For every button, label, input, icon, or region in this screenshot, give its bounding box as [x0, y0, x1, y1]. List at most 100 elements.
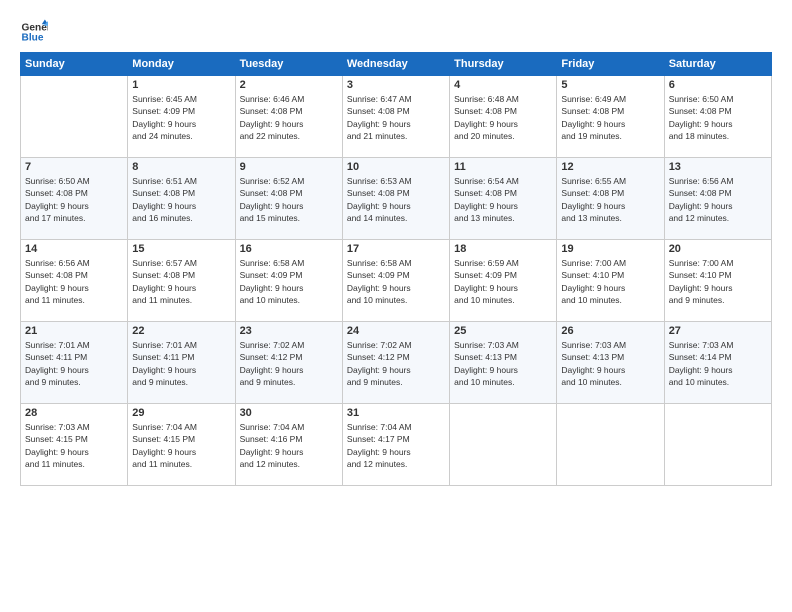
col-header-saturday: Saturday [664, 53, 771, 76]
day-cell: 6 Sunrise: 6:50 AMSunset: 4:08 PMDaylight… [664, 76, 771, 158]
day-info: Sunrise: 7:03 AMSunset: 4:13 PMDaylight:… [561, 339, 659, 388]
day-info: Sunrise: 6:56 AMSunset: 4:08 PMDaylight:… [25, 257, 123, 306]
col-header-sunday: Sunday [21, 53, 128, 76]
day-number: 1 [132, 79, 230, 91]
day-number: 16 [240, 243, 338, 255]
svg-text:Blue: Blue [22, 33, 44, 44]
day-cell: 5 Sunrise: 6:49 AMSunset: 4:08 PMDaylight… [557, 76, 664, 158]
week-row-1: 1 Sunrise: 6:45 AMSunset: 4:09 PMDaylight… [21, 76, 772, 158]
header: General Blue [20, 18, 772, 46]
day-cell: 9Sunrise: 6:52 AMSunset: 4:08 PMDaylight… [235, 158, 342, 240]
day-number: 5 [561, 79, 659, 91]
day-info: Sunrise: 7:04 AMSunset: 4:17 PMDaylight:… [347, 421, 445, 470]
day-info: Sunrise: 6:45 AMSunset: 4:09 PMDaylight:… [132, 93, 230, 142]
day-number: 27 [669, 325, 767, 337]
day-number: 28 [25, 407, 123, 419]
day-number: 13 [669, 161, 767, 173]
day-cell: 31 Sunrise: 7:04 AMSunset: 4:17 PMDayligh… [342, 404, 449, 486]
day-cell [450, 404, 557, 486]
day-info: Sunrise: 6:55 AMSunset: 4:08 PMDaylight:… [561, 175, 659, 224]
day-number: 24 [347, 325, 445, 337]
col-header-monday: Monday [128, 53, 235, 76]
day-info: Sunrise: 6:54 AMSunset: 4:08 PMDaylight:… [454, 175, 552, 224]
day-number: 7 [25, 161, 123, 173]
day-info: Sunrise: 6:57 AMSunset: 4:08 PMDaylight:… [132, 257, 230, 306]
day-info: Sunrise: 6:49 AMSunset: 4:08 PMDaylight:… [561, 93, 659, 142]
day-number: 11 [454, 161, 552, 173]
day-info: Sunrise: 6:58 AMSunset: 4:09 PMDaylight:… [240, 257, 338, 306]
day-cell: 27 Sunrise: 7:03 AMSunset: 4:14 PMDayligh… [664, 322, 771, 404]
calendar-table: SundayMondayTuesdayWednesdayThursdayFrid… [20, 52, 772, 486]
day-cell: 28 Sunrise: 7:03 AMSunset: 4:15 PMDayligh… [21, 404, 128, 486]
day-info: Sunrise: 6:52 AMSunset: 4:08 PMDaylight:… [240, 175, 338, 224]
col-header-wednesday: Wednesday [342, 53, 449, 76]
day-number: 3 [347, 79, 445, 91]
day-cell: 2 Sunrise: 6:46 AMSunset: 4:08 PMDaylight… [235, 76, 342, 158]
day-number: 10 [347, 161, 445, 173]
week-row-5: 28 Sunrise: 7:03 AMSunset: 4:15 PMDayligh… [21, 404, 772, 486]
day-cell: 15 Sunrise: 6:57 AMSunset: 4:08 PMDayligh… [128, 240, 235, 322]
day-info: Sunrise: 7:01 AMSunset: 4:11 PMDaylight:… [25, 339, 123, 388]
day-info: Sunrise: 6:50 AMSunset: 4:08 PMDaylight:… [25, 175, 123, 224]
day-number: 17 [347, 243, 445, 255]
day-cell: 20Sunrise: 7:00 AMSunset: 4:10 PMDayligh… [664, 240, 771, 322]
col-header-tuesday: Tuesday [235, 53, 342, 76]
day-number: 4 [454, 79, 552, 91]
day-info: Sunrise: 7:03 AMSunset: 4:15 PMDaylight:… [25, 421, 123, 470]
day-cell: 22 Sunrise: 7:01 AMSunset: 4:11 PMDayligh… [128, 322, 235, 404]
day-cell: 26Sunrise: 7:03 AMSunset: 4:13 PMDayligh… [557, 322, 664, 404]
day-info: Sunrise: 7:03 AMSunset: 4:13 PMDaylight:… [454, 339, 552, 388]
week-row-4: 21Sunrise: 7:01 AMSunset: 4:11 PMDayligh… [21, 322, 772, 404]
day-number: 15 [132, 243, 230, 255]
day-number: 8 [132, 161, 230, 173]
day-cell: 12 Sunrise: 6:55 AMSunset: 4:08 PMDayligh… [557, 158, 664, 240]
day-number: 12 [561, 161, 659, 173]
header-row: SundayMondayTuesdayWednesdayThursdayFrid… [21, 53, 772, 76]
day-number: 29 [132, 407, 230, 419]
day-number: 22 [132, 325, 230, 337]
day-info: Sunrise: 6:59 AMSunset: 4:09 PMDaylight:… [454, 257, 552, 306]
day-info: Sunrise: 7:03 AMSunset: 4:14 PMDaylight:… [669, 339, 767, 388]
day-info: Sunrise: 6:48 AMSunset: 4:08 PMDaylight:… [454, 93, 552, 142]
day-number: 31 [347, 407, 445, 419]
day-cell: 17 Sunrise: 6:58 AMSunset: 4:09 PMDayligh… [342, 240, 449, 322]
day-number: 2 [240, 79, 338, 91]
day-number: 19 [561, 243, 659, 255]
day-info: Sunrise: 6:58 AMSunset: 4:09 PMDaylight:… [347, 257, 445, 306]
day-info: Sunrise: 7:04 AMSunset: 4:16 PMDaylight:… [240, 421, 338, 470]
day-cell: 30 Sunrise: 7:04 AMSunset: 4:16 PMDayligh… [235, 404, 342, 486]
day-cell [557, 404, 664, 486]
day-number: 30 [240, 407, 338, 419]
day-info: Sunrise: 6:46 AMSunset: 4:08 PMDaylight:… [240, 93, 338, 142]
day-cell: 19Sunrise: 7:00 AMSunset: 4:10 PMDayligh… [557, 240, 664, 322]
day-number: 6 [669, 79, 767, 91]
day-number: 23 [240, 325, 338, 337]
day-info: Sunrise: 7:01 AMSunset: 4:11 PMDaylight:… [132, 339, 230, 388]
day-number: 14 [25, 243, 123, 255]
day-cell: 3 Sunrise: 6:47 AMSunset: 4:08 PMDaylight… [342, 76, 449, 158]
day-number: 25 [454, 325, 552, 337]
logo: General Blue [20, 18, 48, 46]
day-info: Sunrise: 6:50 AMSunset: 4:08 PMDaylight:… [669, 93, 767, 142]
day-cell: 23 Sunrise: 7:02 AMSunset: 4:12 PMDayligh… [235, 322, 342, 404]
day-cell [21, 76, 128, 158]
day-cell: 29Sunrise: 7:04 AMSunset: 4:15 PMDayligh… [128, 404, 235, 486]
day-cell: 7 Sunrise: 6:50 AMSunset: 4:08 PMDaylight… [21, 158, 128, 240]
day-info: Sunrise: 7:02 AMSunset: 4:12 PMDaylight:… [240, 339, 338, 388]
day-info: Sunrise: 6:53 AMSunset: 4:08 PMDaylight:… [347, 175, 445, 224]
day-info: Sunrise: 6:47 AMSunset: 4:08 PMDaylight:… [347, 93, 445, 142]
col-header-thursday: Thursday [450, 53, 557, 76]
week-row-3: 14 Sunrise: 6:56 AMSunset: 4:08 PMDayligh… [21, 240, 772, 322]
day-cell: 16 Sunrise: 6:58 AMSunset: 4:09 PMDayligh… [235, 240, 342, 322]
logo-icon: General Blue [20, 18, 48, 46]
page: General Blue SundayMondayTuesdayWednesda… [0, 0, 792, 612]
day-cell: 13Sunrise: 6:56 AMSunset: 4:08 PMDayligh… [664, 158, 771, 240]
day-cell: 8 Sunrise: 6:51 AMSunset: 4:08 PMDaylight… [128, 158, 235, 240]
week-row-2: 7 Sunrise: 6:50 AMSunset: 4:08 PMDaylight… [21, 158, 772, 240]
day-cell: 21Sunrise: 7:01 AMSunset: 4:11 PMDayligh… [21, 322, 128, 404]
day-number: 20 [669, 243, 767, 255]
day-cell: 25 Sunrise: 7:03 AMSunset: 4:13 PMDayligh… [450, 322, 557, 404]
day-info: Sunrise: 6:51 AMSunset: 4:08 PMDaylight:… [132, 175, 230, 224]
day-cell [664, 404, 771, 486]
day-cell: 24Sunrise: 7:02 AMSunset: 4:12 PMDayligh… [342, 322, 449, 404]
